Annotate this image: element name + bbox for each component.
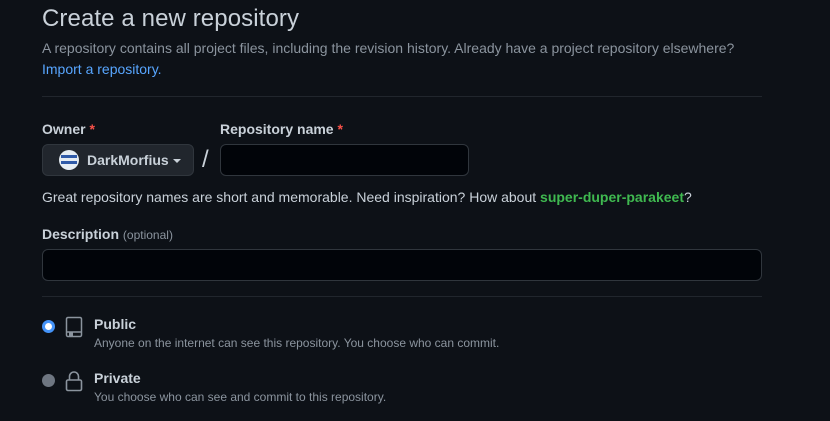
import-repository-link[interactable]: Import a repository. [42,61,162,77]
lock-icon [65,371,83,392]
repository-name-input[interactable] [220,144,469,176]
name-suggestion-link[interactable]: super-duper-parakeet [540,189,684,205]
page-title: Create a new repository [42,5,300,32]
section-divider [42,96,762,97]
private-option-title: Private [94,370,141,386]
section-divider [42,296,762,297]
owner-label-text: Owner [42,121,86,137]
owner-label: Owner * [42,121,95,137]
repo-icon [65,316,83,338]
owner-required-mark: * [89,121,95,137]
owner-repo-separator: / [202,146,209,173]
owner-name: DarkMorfius [87,152,169,168]
private-radio[interactable] [42,374,55,387]
page-subtitle: A repository contains all project files,… [42,40,735,56]
public-option-title: Public [94,316,137,332]
repository-name-label: Repository name * [220,121,343,137]
repository-name-label-text: Repository name [220,121,334,137]
public-option-description: Anyone on the internet can see this repo… [94,336,500,350]
description-optional-note: (optional) [122,228,173,242]
avatar [59,150,79,170]
owner-dropdown-button[interactable]: DarkMorfius [42,144,194,176]
description-input[interactable] [42,249,762,281]
chevron-down-icon [172,158,181,163]
repository-name-hint: Great repository names are short and mem… [42,189,692,205]
hint-suffix: ? [683,189,692,205]
description-label-text: Description [42,226,120,242]
public-radio[interactable] [42,320,55,333]
repository-name-required-mark: * [337,121,343,137]
create-repository-page: Create a new repository A repository con… [0,0,830,421]
hint-text: Great repository names are short and mem… [42,189,541,205]
description-label: Description (optional) [42,226,173,242]
private-option-description: You choose who can see and commit to thi… [94,390,387,404]
